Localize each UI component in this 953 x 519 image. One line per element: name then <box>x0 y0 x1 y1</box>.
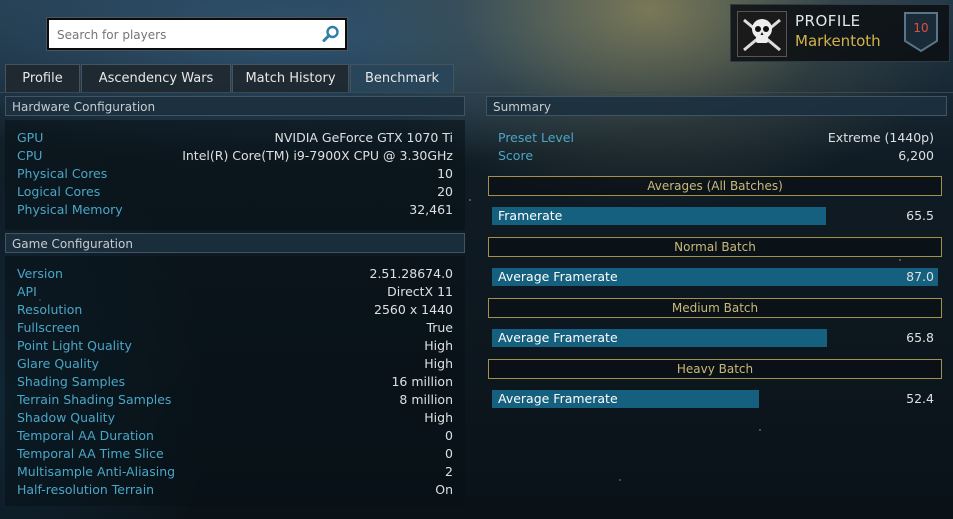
row-label: Fullscreen <box>17 320 80 335</box>
hardware-row: Logical Cores 20 <box>5 183 465 201</box>
game-row: Terrain Shading Samples 8 million <box>5 391 465 409</box>
row-value: Intel(R) Core(TM) i9-7900X CPU @ 3.30GHz <box>182 148 453 163</box>
game-row: API DirectX 11 <box>5 283 465 301</box>
tab-match-history[interactable]: Match History <box>232 64 349 92</box>
row-label: Logical Cores <box>17 184 101 199</box>
row-value: 8 million <box>399 392 453 407</box>
bar-label: Average Framerate <box>498 391 618 406</box>
game-row: Resolution 2560 x 1440 <box>5 301 465 319</box>
hardware-row: Physical Cores 10 <box>5 165 465 183</box>
row-label: Half-resolution Terrain <box>17 482 155 497</box>
row-value: High <box>424 410 453 425</box>
row-value: True <box>426 320 453 335</box>
player-search <box>47 18 347 50</box>
score-row: Score 6,200 <box>488 147 938 165</box>
game-config-header: Game Configuration <box>5 233 465 253</box>
game-row: Shading Samples 16 million <box>5 373 465 391</box>
search-input[interactable] <box>55 24 317 46</box>
profile-name[interactable]: Markentoth <box>795 32 881 50</box>
row-value: High <box>424 338 453 353</box>
row-label: Temporal AA Duration <box>17 428 154 443</box>
row-label: Shading Samples <box>17 374 126 389</box>
row-value: 16 million <box>391 374 453 389</box>
hardware-row: CPU Intel(R) Core(TM) i9-7900X CPU @ 3.30… <box>5 147 465 165</box>
game-row: Multisample Anti-Aliasing 2 <box>5 463 465 481</box>
batch-header-normal: Normal Batch <box>488 237 942 257</box>
framerate-bar: Average Framerate <box>492 329 827 347</box>
framerate-value: 87.0 <box>906 269 934 284</box>
framerate-bar: Average Framerate <box>492 268 938 286</box>
preset-level-row: Preset Level Extreme (1440p) <box>488 129 938 147</box>
hardware-row: Physical Memory 32,461 <box>5 201 465 219</box>
row-value: On <box>435 482 453 497</box>
row-value: 0 <box>445 446 453 461</box>
row-label: Multisample Anti-Aliasing <box>17 464 176 479</box>
preset-level-value: Extreme (1440p) <box>827 130 934 145</box>
batch-header-medium: Medium Batch <box>488 298 942 318</box>
row-label: Physical Memory <box>17 202 123 217</box>
framerate-bar: Average Framerate <box>492 390 759 408</box>
row-label: CPU <box>17 148 43 163</box>
bar-label: Average Framerate <box>498 330 618 345</box>
game-row: Half-resolution Terrain On <box>5 481 465 499</box>
game-row: Shadow Quality High <box>5 409 465 427</box>
game-row: Point Light Quality High <box>5 337 465 355</box>
row-value: 0 <box>445 428 453 443</box>
row-value: 2560 x 1440 <box>374 302 453 317</box>
tab-benchmark[interactable]: Benchmark <box>350 64 454 92</box>
framerate-value: 65.5 <box>906 208 934 223</box>
row-label: Temporal AA Time Slice <box>17 446 164 461</box>
row-label: Shadow Quality <box>17 410 115 425</box>
framerate-bar: Framerate <box>492 207 826 225</box>
pirate-skull-avatar <box>737 11 787 57</box>
row-label: Glare Quality <box>17 356 100 371</box>
row-value: NVIDIA GeForce GTX 1070 Ti <box>274 130 453 145</box>
row-value: High <box>424 356 453 371</box>
game-row: Glare Quality High <box>5 355 465 373</box>
game-config-panel: Version 2.51.28674.0 API DirectX 11 Resolu… <box>5 256 465 506</box>
profile-card[interactable]: PROFILE Markentoth 10 <box>730 4 950 62</box>
level-badge: 10 <box>903 11 939 53</box>
game-row: Version 2.51.28674.0 <box>5 265 465 283</box>
profile-title: PROFILE <box>795 12 861 30</box>
row-value: 10 <box>437 166 453 181</box>
row-label: Resolution <box>17 302 83 317</box>
hardware-config-header: Hardware Configuration <box>5 96 465 116</box>
score-label: Score <box>498 148 534 163</box>
row-value: 32,461 <box>409 202 453 217</box>
tab-ascendency-wars[interactable]: Ascendency Wars <box>81 64 231 92</box>
row-label: API <box>17 284 37 299</box>
row-value: DirectX 11 <box>387 284 453 299</box>
level-number: 10 <box>913 21 929 35</box>
game-row: Fullscreen True <box>5 319 465 337</box>
score-value: 6,200 <box>898 148 934 163</box>
row-value: 2 <box>445 464 453 479</box>
batch-header-heavy: Heavy Batch <box>488 359 942 379</box>
game-row: Temporal AA Time Slice 0 <box>5 445 465 463</box>
preset-level-label: Preset Level <box>498 130 574 145</box>
framerate-value: 65.8 <box>906 330 934 345</box>
bar-label: Average Framerate <box>498 269 618 284</box>
batch-header-averages: Averages (All Batches) <box>488 176 942 196</box>
summary-header: Summary <box>486 96 947 116</box>
game-row: Temporal AA Duration 0 <box>5 427 465 445</box>
row-value: 2.51.28674.0 <box>369 266 454 281</box>
bar-label: Framerate <box>498 208 563 223</box>
row-label: GPU <box>17 130 44 145</box>
row-label: Version <box>17 266 63 281</box>
row-value: 20 <box>437 184 453 199</box>
hardware-row: GPU NVIDIA GeForce GTX 1070 Ti <box>5 129 465 147</box>
hardware-config-panel: GPU NVIDIA GeForce GTX 1070 Ti CPU Intel(R… <box>5 120 465 230</box>
row-label: Physical Cores <box>17 166 108 181</box>
framerate-value: 52.4 <box>906 391 934 406</box>
tab-profile[interactable]: Profile <box>5 64 80 92</box>
row-label: Terrain Shading Samples <box>17 392 172 407</box>
tab-divider <box>0 92 953 93</box>
row-label: Point Light Quality <box>17 338 132 353</box>
search-icon[interactable] <box>321 24 341 44</box>
